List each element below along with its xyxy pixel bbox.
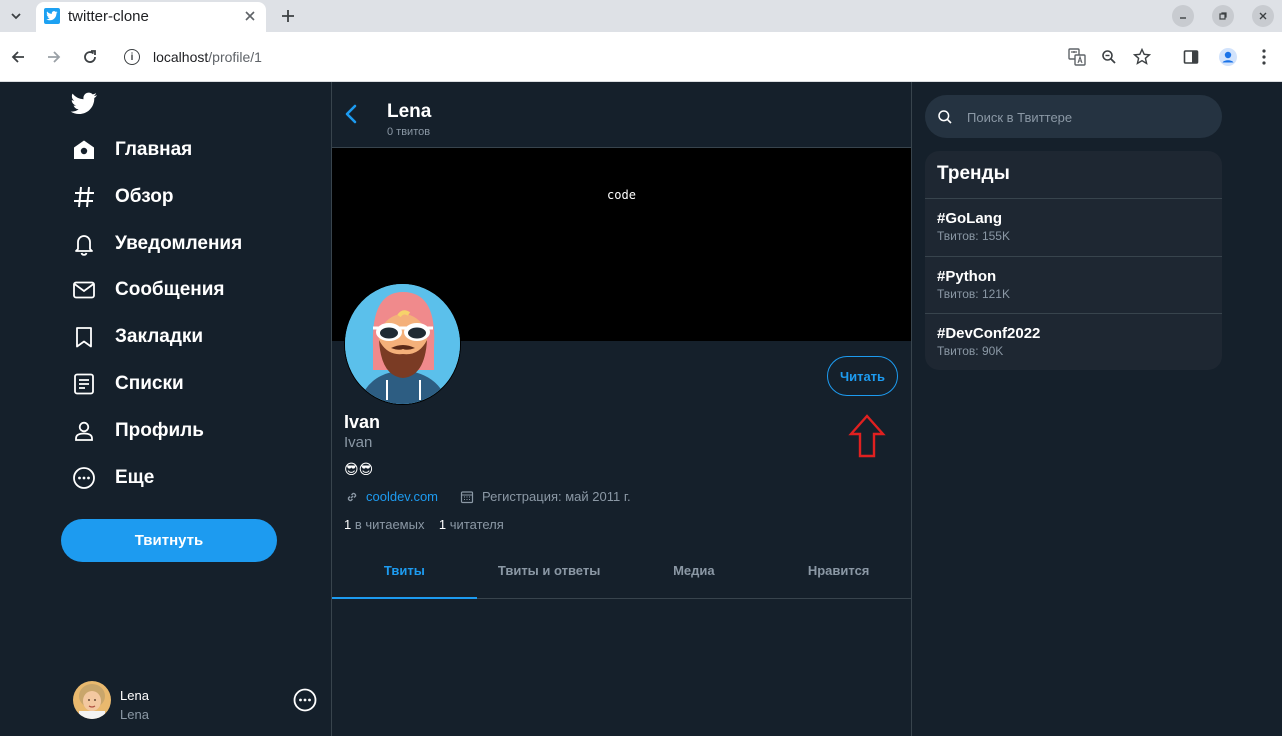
minimize-window-icon[interactable]	[1172, 5, 1194, 27]
browser-menu-icon[interactable]	[1254, 47, 1274, 67]
twitter-logo-icon[interactable]	[70, 92, 98, 116]
nav-label: Закладки	[115, 326, 204, 347]
trend-tag: #GoLang	[937, 210, 1003, 227]
home-icon	[71, 137, 97, 163]
url-text: localhost/profile/1	[153, 49, 262, 65]
back-arrow-icon[interactable]	[8, 47, 28, 67]
bell-icon	[71, 231, 97, 257]
browser-toolbar: i localhost/profile/1	[0, 32, 1282, 82]
bookmark-star-icon[interactable]	[1132, 47, 1152, 67]
translate-icon[interactable]	[1067, 47, 1087, 67]
current-user-handle: Lena	[120, 707, 149, 722]
link-icon	[345, 490, 359, 504]
bookmark-icon	[71, 324, 97, 350]
profile-bio: 😎😎	[344, 461, 374, 477]
tab-media[interactable]: Медиа	[622, 543, 767, 598]
trends-title: Тренды	[937, 163, 1010, 184]
followers-link[interactable]: 1 читателя	[439, 517, 504, 532]
tab-likes[interactable]: Нравится	[766, 543, 911, 598]
trend-item[interactable]: #GoLang Твитов: 155K	[925, 198, 1222, 256]
followers-label: читателя	[449, 517, 504, 532]
tab-search-chevron-icon[interactable]	[6, 6, 26, 26]
hashtag-icon	[71, 184, 97, 210]
following-label: в читаемых	[354, 517, 425, 532]
calendar-icon	[460, 490, 474, 504]
profile-account-icon[interactable]	[1218, 47, 1238, 67]
nav-label: Обзор	[115, 186, 174, 207]
mail-icon	[71, 277, 97, 303]
nav-label: Списки	[115, 373, 184, 394]
header-profile-name: Lena	[387, 101, 432, 122]
profile-registration-date: Регистрация: май 2011 г.	[482, 489, 631, 504]
zoom-icon[interactable]	[1099, 47, 1119, 67]
url-host: localhost	[153, 49, 209, 65]
tab-tweets[interactable]: Твиты	[332, 543, 477, 599]
nav-item-messages[interactable]: Сообщения	[60, 270, 225, 310]
following-count: 1	[344, 517, 352, 532]
tab-title: twitter-clone	[68, 8, 149, 25]
tab-close-icon[interactable]	[242, 8, 258, 24]
follow-stats: 1 в читаемых 1 читателя	[344, 517, 504, 532]
forward-arrow-icon[interactable]	[44, 47, 64, 67]
profile-avatar[interactable]	[344, 283, 461, 405]
red-up-arrow-icon	[848, 414, 886, 458]
reload-icon[interactable]	[80, 47, 100, 67]
current-user-avatar[interactable]	[73, 681, 111, 719]
trend-tag: #DevConf2022	[937, 325, 1041, 342]
more-circle-icon	[71, 465, 97, 491]
trends-panel: Тренды #GoLang Твитов: 155K #Python Твит…	[925, 151, 1222, 370]
search-box	[925, 95, 1222, 138]
trend-count: Твитов: 90K	[937, 344, 1004, 358]
search-icon	[937, 109, 953, 125]
list-icon	[71, 371, 97, 397]
trend-count: Твитов: 121K	[937, 287, 1010, 301]
profile-website-link[interactable]: cooldev.com	[366, 489, 438, 504]
banner-text: code	[607, 188, 636, 202]
close-window-icon[interactable]	[1252, 5, 1274, 27]
back-chevron-icon[interactable]	[341, 103, 363, 125]
nav-item-home[interactable]: Главная	[60, 130, 192, 170]
nav-label: Сообщения	[115, 279, 225, 300]
browser-tab[interactable]: twitter-clone	[36, 2, 266, 32]
profile-handle: Ivan	[344, 434, 373, 451]
nav-item-lists[interactable]: Списки	[60, 364, 184, 404]
follow-button[interactable]: Читать	[827, 356, 898, 396]
following-link[interactable]: 1 в читаемых	[344, 517, 424, 532]
profile-tabs: Твиты Твиты и ответы Медиа Нравится	[332, 543, 911, 599]
nav-label: Уведомления	[115, 233, 243, 254]
account-more-icon[interactable]	[293, 688, 317, 712]
search-input[interactable]	[967, 106, 1207, 128]
url-path: /profile/1	[208, 49, 262, 65]
nav-label: Профиль	[115, 420, 204, 441]
nav-label: Главная	[115, 139, 193, 160]
nav-item-more[interactable]: Еще	[60, 458, 154, 498]
tab-tweets-and-replies[interactable]: Твиты и ответы	[477, 543, 622, 598]
trend-tag: #Python	[937, 268, 997, 285]
nav-item-explore[interactable]: Обзор	[60, 177, 173, 217]
trend-item[interactable]: #Python Твитов: 121K	[925, 256, 1222, 314]
trend-item[interactable]: #DevConf2022 Твитов: 90K	[925, 313, 1222, 370]
trend-count: Твитов: 155K	[937, 229, 1010, 243]
nav-item-profile[interactable]: Профиль	[60, 411, 204, 451]
new-tab-plus-icon[interactable]	[278, 6, 298, 26]
nav-label: Еще	[115, 467, 155, 488]
person-icon	[71, 418, 97, 444]
nav-item-bookmarks[interactable]: Закладки	[60, 317, 203, 357]
address-bar[interactable]: i localhost/profile/1	[112, 39, 1058, 75]
nav-item-notifications[interactable]: Уведомления	[60, 224, 242, 264]
side-panel-icon[interactable]	[1181, 47, 1201, 67]
current-user-name: Lena	[120, 688, 149, 703]
profile-name: Ivan	[344, 412, 381, 432]
restore-window-icon[interactable]	[1212, 5, 1234, 27]
site-info-icon[interactable]: i	[124, 49, 140, 65]
browser-tab-bar: twitter-clone	[0, 0, 1282, 32]
header-tweet-count: 0 твитов	[387, 126, 431, 138]
twitter-favicon-icon	[44, 8, 60, 24]
followers-count: 1	[438, 517, 447, 532]
tweet-button[interactable]: Твитнуть	[61, 519, 277, 562]
